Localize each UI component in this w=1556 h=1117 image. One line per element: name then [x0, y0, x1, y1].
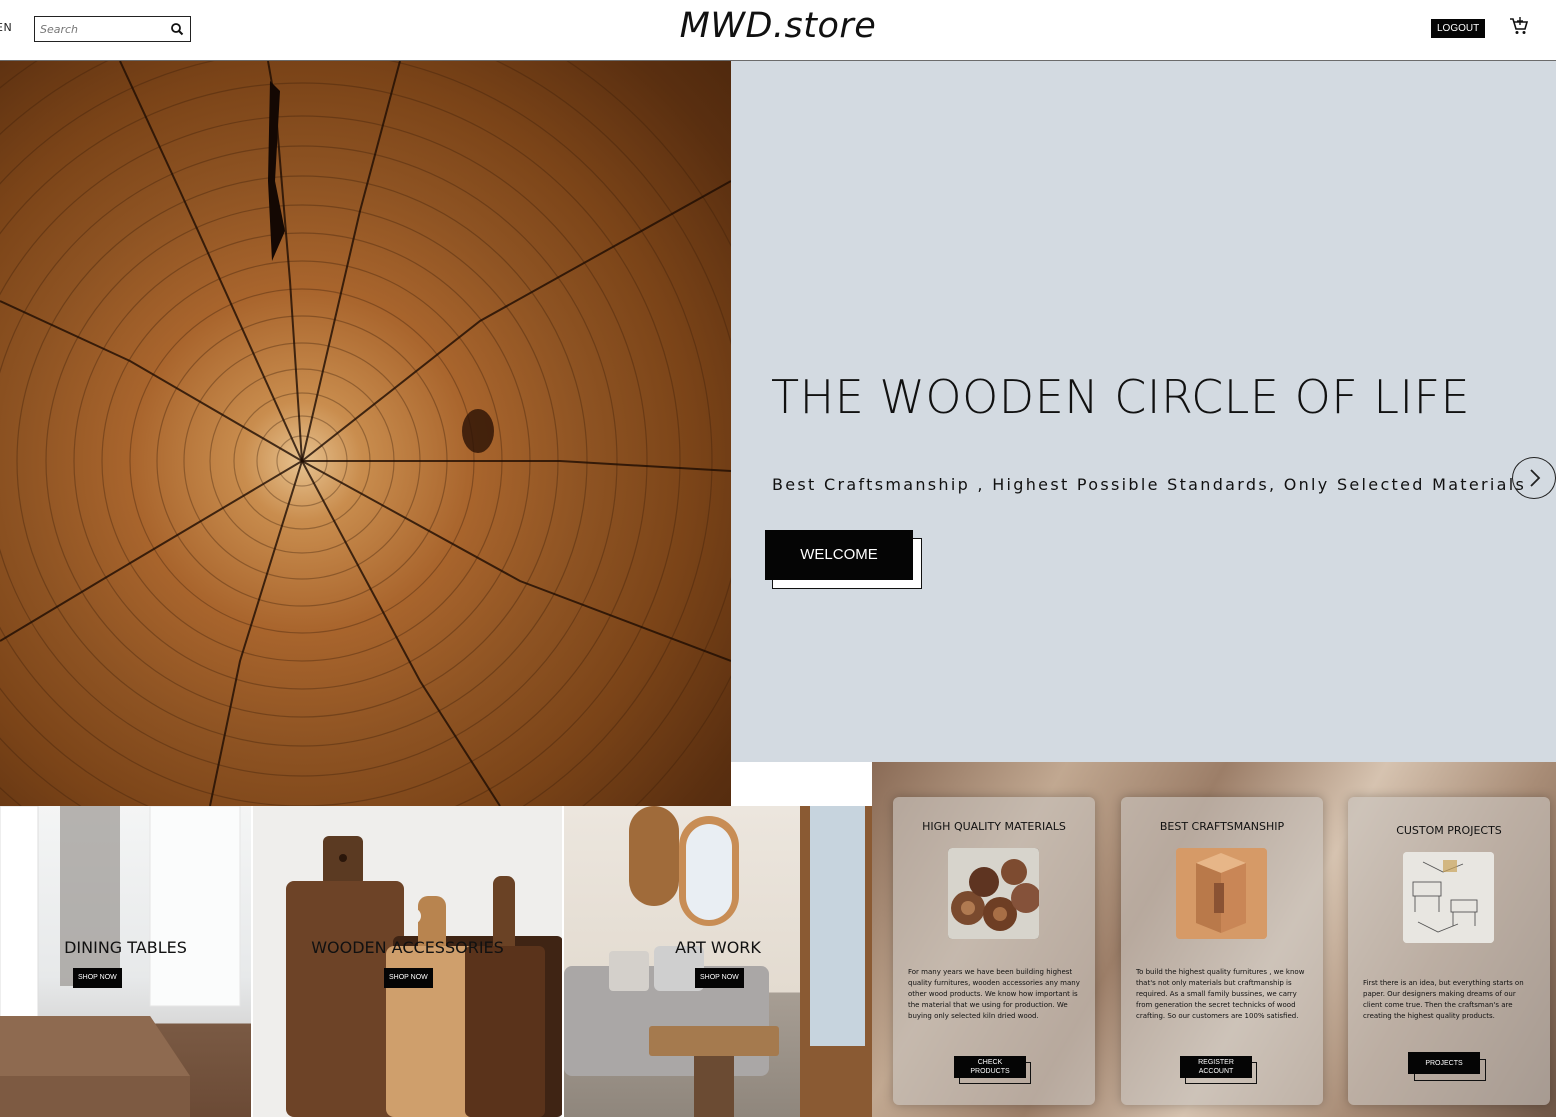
- site-logo: MWD.store: [0, 6, 1556, 46]
- sketches-image: [1403, 852, 1494, 943]
- search-box: [34, 16, 191, 42]
- category-label: WOODEN ACCESSORIES: [311, 938, 504, 957]
- category-tile-art-work[interactable]: ART WORK SHOP NOW: [564, 806, 872, 1117]
- feature-card-text: To build the highest quality furnitures …: [1136, 968, 1305, 1020]
- feature-card-materials: HIGH QUALITY MATERIALS For many years we…: [893, 797, 1095, 1105]
- category-label: ART WORK: [675, 938, 761, 957]
- feature-card-text: For many years we have been building hig…: [908, 968, 1080, 1020]
- search-input[interactable]: [40, 20, 165, 38]
- welcome-button[interactable]: WELCOME: [765, 530, 913, 580]
- projects-button[interactable]: PROJECTS: [1408, 1052, 1480, 1074]
- features-section: HIGH QUALITY MATERIALS For many years we…: [872, 762, 1556, 1117]
- shop-now-button[interactable]: SHOP NOW: [73, 968, 122, 988]
- shop-now-button[interactable]: SHOP NOW: [695, 968, 744, 988]
- feature-card-title: HIGH QUALITY MATERIALS: [922, 820, 1066, 833]
- check-products-button[interactable]: CHECK PRODUCTS: [954, 1056, 1026, 1078]
- cart-icon[interactable]: [1508, 15, 1530, 37]
- feature-card-title: BEST CRAFTSMANSHIP: [1159, 820, 1285, 833]
- category-tile-dining-tables[interactable]: DINING TABLES SHOP NOW: [0, 806, 251, 1117]
- language-switcher[interactable]: EN: [0, 21, 12, 34]
- hero-subtitle: Best Craftsmanship , Highest Possible St…: [772, 475, 1527, 494]
- feature-card-text: First there is an idea, but everything s…: [1363, 979, 1524, 1020]
- site-header: EN MWD.store LOGOUT: [0, 0, 1556, 61]
- register-account-button[interactable]: REGISTER ACCOUNT: [1180, 1056, 1252, 1078]
- feature-card-craftsmanship: BEST CRAFTSMANSHIP To build the highest …: [1121, 797, 1323, 1105]
- feature-card-title: CUSTOM PROJECTS: [1396, 824, 1502, 837]
- hero-image-wood-rings: [0, 61, 731, 806]
- logo-text[interactable]: MWD.store: [680, 6, 877, 46]
- wood-joint-image: [1176, 848, 1267, 939]
- category-tile-wooden-accessories[interactable]: WOODEN ACCESSORIES SHOP NOW: [253, 806, 562, 1117]
- hero-title: THE WOODEN CIRCLE OF LIFE: [771, 370, 1471, 424]
- feature-card-custom-projects: CUSTOM PROJECTS First there is an idea, …: [1348, 797, 1550, 1105]
- category-label: DINING TABLES: [64, 938, 187, 957]
- logout-button[interactable]: LOGOUT: [1431, 19, 1486, 38]
- logs-image: [948, 848, 1039, 939]
- search-icon[interactable]: [169, 21, 186, 38]
- shop-now-button[interactable]: SHOP NOW: [384, 968, 433, 988]
- chevron-right-icon[interactable]: [1512, 457, 1556, 499]
